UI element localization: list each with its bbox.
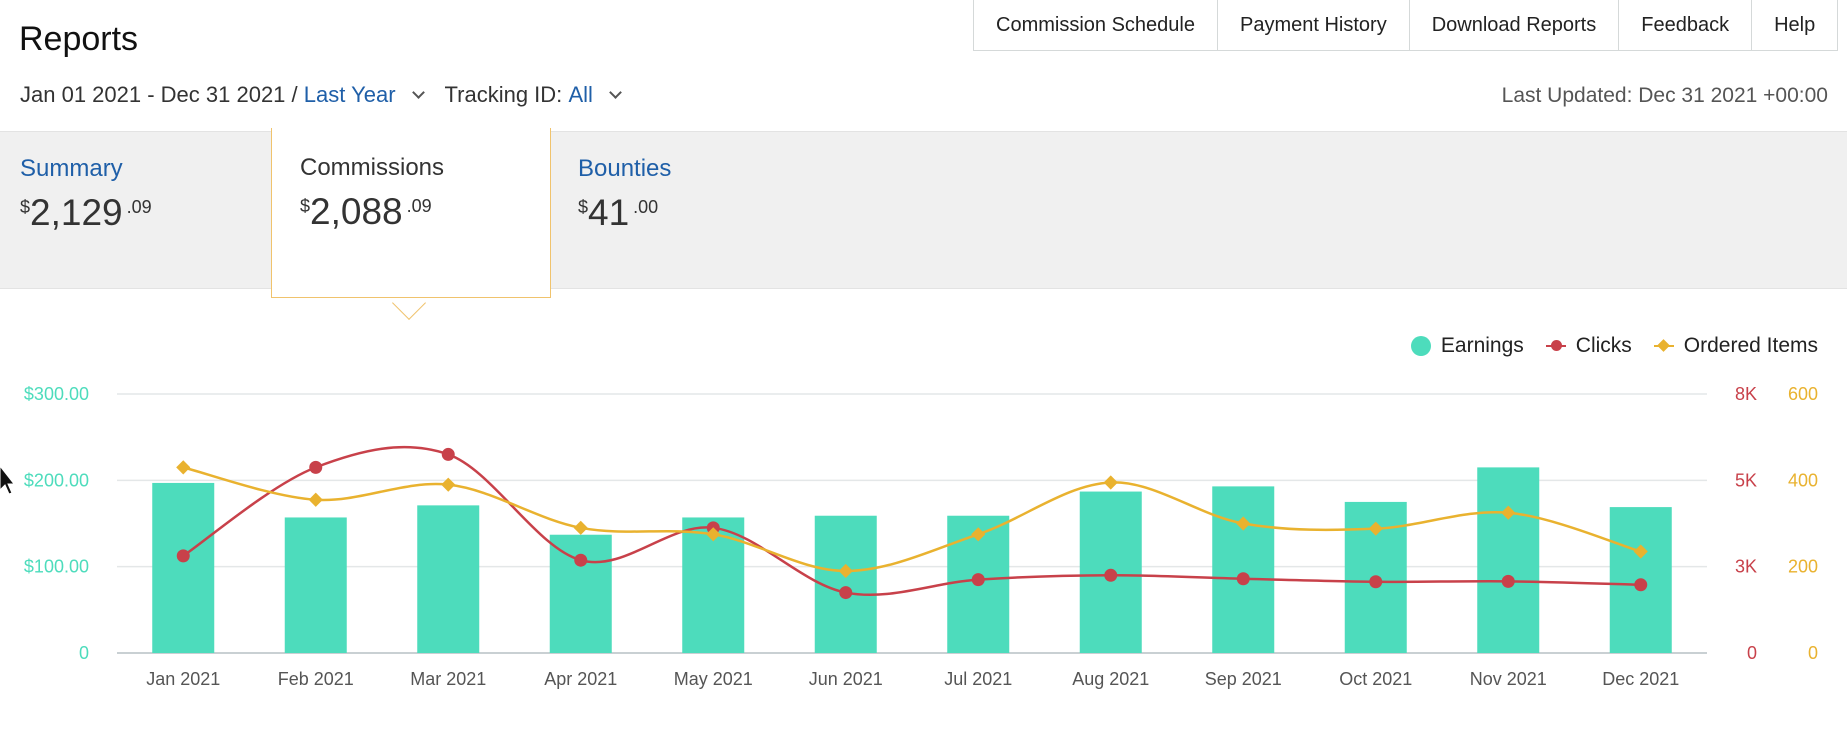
ordered-items-point xyxy=(573,520,588,535)
download-reports-tab[interactable]: Download Reports xyxy=(1410,0,1620,50)
summary-tab-label[interactable]: Summary xyxy=(20,155,152,183)
legend-clicks[interactable]: Clicks xyxy=(1545,334,1632,358)
x-axis-tick: Jul 2021 xyxy=(944,669,1012,689)
commissions-tab-active[interactable]: Commissions $2,088.09 xyxy=(271,128,551,298)
feedback-tab[interactable]: Feedback xyxy=(1619,0,1753,50)
bounties-tab[interactable]: Bounties $41.00 xyxy=(578,155,671,233)
clicks-legend-marker xyxy=(1545,340,1566,351)
earnings-chart: $300.00 8K 600 $200.00 5K 400 $100.00 3K 200 0 0 0 J… xyxy=(24,384,1818,689)
ordered-items-legend-marker xyxy=(1653,339,1674,352)
x-axis-tick: Jun 2021 xyxy=(809,669,883,689)
left-axis-tick: $100.00 xyxy=(24,557,89,577)
right-axis-clicks-tick: 3K xyxy=(1735,557,1757,577)
last-updated-text: Last Updated: Dec 31 2021 +00:00 xyxy=(1501,84,1828,107)
chevron-down-icon[interactable] xyxy=(609,86,622,99)
chevron-down-icon[interactable] xyxy=(411,86,425,99)
bounties-amount: $41.00 xyxy=(578,192,659,233)
earnings-bar xyxy=(417,505,480,653)
tracking-id-dropdown[interactable]: All xyxy=(568,82,592,108)
x-axis-tick: Oct 2021 xyxy=(1339,669,1412,689)
clicks-point xyxy=(1369,575,1383,589)
ordered-items-point xyxy=(1103,475,1118,490)
left-axis-tick: 0 xyxy=(79,643,89,663)
x-axis-tick: Jan 2021 xyxy=(146,669,220,689)
right-axis-clicks-tick: 0 xyxy=(1747,643,1757,663)
earnings-bar xyxy=(1212,486,1275,653)
x-axis-tick: Sep 2021 xyxy=(1205,669,1282,689)
chart-legend: Earnings Clicks Ordered Items xyxy=(1389,334,1818,358)
clicks-point xyxy=(574,553,588,567)
tracking-id-label: Tracking ID: xyxy=(444,82,563,107)
clicks-point xyxy=(1501,574,1515,588)
x-axis-tick: Nov 2021 xyxy=(1470,669,1547,689)
x-axis-tick: Apr 2021 xyxy=(544,669,617,689)
left-axis-tick: $300.00 xyxy=(24,384,89,404)
earnings-legend-dot xyxy=(1410,336,1431,356)
clicks-point xyxy=(1104,568,1118,582)
x-axis-tick: Dec 2021 xyxy=(1602,669,1679,689)
commission-schedule-tab[interactable]: Commission Schedule xyxy=(974,0,1218,50)
right-axis-ordered-tick: 200 xyxy=(1788,557,1818,577)
clicks-point xyxy=(1236,572,1250,586)
ordered-items-point xyxy=(308,492,323,507)
ordered-items-point xyxy=(176,460,191,475)
summary-tab[interactable]: Summary $2,129.09 xyxy=(20,155,152,233)
right-axis-ordered-tick: 0 xyxy=(1808,643,1818,663)
mouse-cursor-icon xyxy=(0,466,14,495)
earnings-bar xyxy=(1477,467,1540,653)
clicks-line xyxy=(182,445,1641,597)
right-axis-clicks-tick: 5K xyxy=(1735,470,1757,490)
x-axis-tick: Aug 2021 xyxy=(1072,669,1149,689)
clicks-point xyxy=(839,586,853,600)
summary-amount: $2,129.09 xyxy=(20,192,152,233)
bounties-tab-label[interactable]: Bounties xyxy=(578,155,671,183)
payment-history-tab[interactable]: Payment History xyxy=(1218,0,1410,50)
left-axis-tick: $200.00 xyxy=(24,470,89,490)
help-tab[interactable]: Help xyxy=(1752,0,1839,50)
earnings-bar xyxy=(549,534,612,653)
date-range-text: Jan 01 2021 - Dec 31 2021 / xyxy=(20,82,298,107)
legend-earnings[interactable]: Earnings xyxy=(1410,334,1524,358)
page-title: Reports xyxy=(19,20,139,58)
commissions-tab[interactable]: Commissions $2,088.09 xyxy=(300,154,444,232)
date-preset-dropdown[interactable]: Last Year xyxy=(304,82,396,108)
clicks-point xyxy=(1634,578,1648,592)
right-axis-clicks-tick: 8K xyxy=(1735,384,1757,404)
clicks-point xyxy=(441,447,455,461)
x-axis-tick: May 2021 xyxy=(674,669,753,689)
right-axis-ordered-tick: 600 xyxy=(1788,384,1818,404)
commissions-tab-label[interactable]: Commissions xyxy=(300,154,444,182)
earnings-bar xyxy=(152,482,215,653)
top-nav: Commission Schedule Payment History Down… xyxy=(973,0,1839,51)
clicks-point xyxy=(309,460,323,474)
right-axis-ordered-tick: 400 xyxy=(1788,470,1818,490)
clicks-point xyxy=(971,573,985,587)
earnings-bar xyxy=(284,517,347,653)
x-axis-tick: Feb 2021 xyxy=(278,669,354,689)
filter-bar: Jan 01 2021 - Dec 31 2021 / Last Year Tr… xyxy=(20,82,630,108)
clicks-point xyxy=(176,549,190,563)
commissions-amount: $2,088.09 xyxy=(300,191,432,232)
legend-ordered-items[interactable]: Ordered Items xyxy=(1653,334,1818,358)
ordered-items-line xyxy=(182,466,1642,573)
x-axis-tick: Mar 2021 xyxy=(410,669,486,689)
